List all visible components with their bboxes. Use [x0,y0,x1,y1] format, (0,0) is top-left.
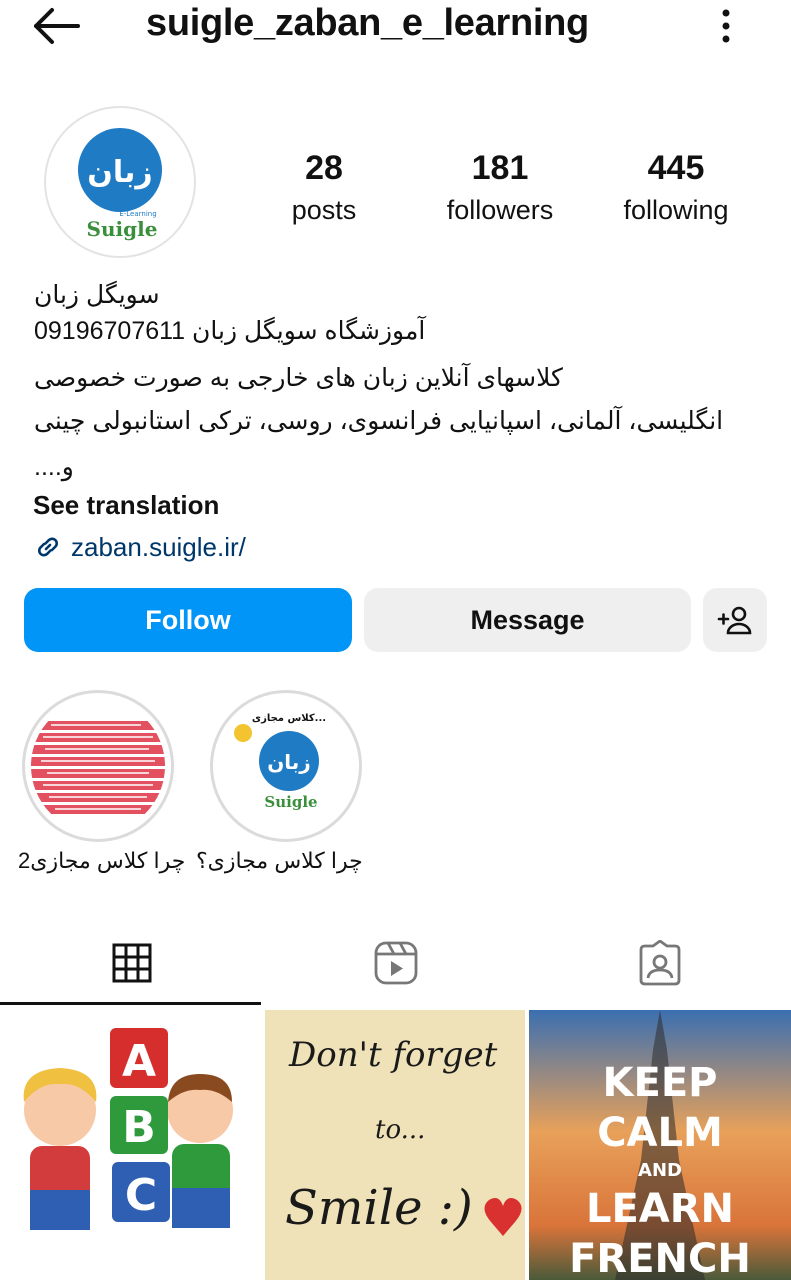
highlight-cover-1 [31,699,165,833]
following-label: following [623,195,729,225]
follow-button[interactable]: Follow [24,588,352,652]
post-tile-3[interactable]: KEEP CALM AND LEARN FRENCH [529,1010,791,1280]
highlight-label-1: چرا کلاس مجازی2 [18,848,186,873]
posts-label: posts [291,195,357,225]
suigle-logo-cover: ...کلاس مجازی زبان Suigle [219,699,353,833]
profile-username: suigle_zaban_e_learning [146,2,589,44]
tagged-icon [639,940,680,986]
post-3-line-5: FRENCH [569,1236,751,1280]
active-tab-indicator [0,1002,261,1005]
arrow-left-icon [34,8,80,44]
abc-kids-image: A B C [0,1010,262,1280]
bio-name: سویگل زبان [34,281,160,309]
following-count: 445 [647,149,705,187]
more-options-button[interactable] [708,4,744,48]
followers-count: 181 [471,149,529,187]
bio-line-3: انگلیسی، آلمانی، اسپانیایی فرانسوی، روسی… [34,407,724,435]
post-2-line-1: Don't forget [288,1035,498,1075]
story-highlight-2[interactable]: ...کلاس مجازی زبان Suigle [210,690,362,842]
highlight-cover-2: ...کلاس مجازی زبان Suigle [219,699,353,833]
see-translation-link[interactable]: See translation [33,490,219,521]
profile-tabs [0,920,791,1006]
bio-phone[interactable]: 09196707611 [34,317,185,345]
post-3-line-1: KEEP [603,1060,718,1106]
highlight-cover-title: ...کلاس مجازی [252,713,326,724]
post-2-line-3: Smile :) [285,1180,473,1236]
post-3-line-3: AND [638,1160,682,1181]
bio-website-link[interactable]: zaban.suigle.ir/ [33,530,246,564]
smile-note-image: Don't forget to... Smile :) [265,1010,525,1280]
highlight-label-2: چرا کلاس مجازی؟ [196,848,363,873]
tab-reels[interactable] [264,920,527,1006]
posts-stat[interactable]: 28 posts [244,146,404,230]
profile-stats: 28 posts 181 followers 445 following [0,146,791,236]
bio-line-2: کلاسهای آنلاین زبان های خارجی به صورت خص… [34,364,563,392]
reels-icon [374,941,417,985]
highlight-logo-text: زبان [267,750,311,774]
more-vertical-icon [722,9,730,43]
post-3-line-2: CALM [597,1110,723,1156]
highlight-cover-brand: Suigle [264,793,317,811]
link-icon [38,537,58,557]
following-stat[interactable]: 445 following [596,146,756,230]
bio-line-1: 09196707611 آموزشگاه سویگل زبان [34,316,425,346]
back-button[interactable] [28,6,84,46]
grid-icon [112,943,151,983]
block-letter-a: A [122,1036,156,1087]
posts-grid: A B C Don't forget to... Smile :) KEEP C… [0,1010,791,1280]
block-letter-b: B [122,1102,156,1153]
followers-label: followers [446,195,554,225]
bio-line-1-text: آموزشگاه سویگل زبان [192,317,426,345]
block-letter-c: C [125,1170,157,1221]
tab-posts-grid[interactable] [0,920,263,1006]
add-person-icon [717,606,752,635]
top-bar: suigle_zaban_e_learning [0,0,791,56]
highlight-text-cover [31,699,165,833]
tab-tagged[interactable] [528,920,791,1006]
bio-website-text: zaban.suigle.ir/ [71,531,246,562]
keep-calm-french-image: KEEP CALM AND LEARN FRENCH [529,1010,791,1280]
followers-stat[interactable]: 181 followers [420,146,580,230]
message-button[interactable]: Message [364,588,691,652]
story-highlight-1[interactable] [22,690,174,842]
post-3-line-4: LEARN [586,1186,734,1232]
post-2-line-2: to... [375,1115,425,1145]
post-tile-2[interactable]: Don't forget to... Smile :) [265,1010,525,1280]
suggest-users-button[interactable] [703,588,767,652]
post-tile-1[interactable]: A B C [0,1010,262,1280]
posts-count: 28 [305,149,343,187]
bio-line-4: و.... [34,453,74,481]
